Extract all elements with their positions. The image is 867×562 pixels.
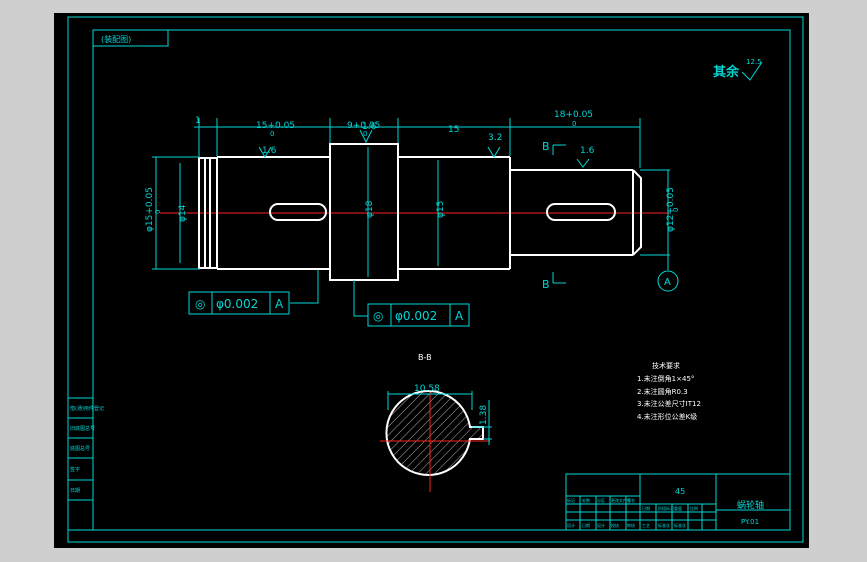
svg-text:重量: 重量	[674, 505, 682, 511]
dia-right-tol-lower: 0	[672, 208, 680, 212]
section-mark-bottom: B	[542, 278, 550, 291]
svg-text:工艺: 工艺	[642, 523, 650, 528]
svg-text:阶段标记: 阶段标记	[658, 505, 674, 511]
svg-text:标准化: 标准化	[658, 522, 670, 528]
dim-18-tol-lower: 0	[572, 120, 576, 128]
svg-text:A: A	[455, 309, 464, 323]
svg-text:标准化: 标准化	[674, 522, 686, 528]
technical-notes: 技术要求 1.未注倒角1×45° 2.未注圆角R0.3 3.未注公差尺寸IT12…	[637, 361, 701, 421]
svg-text:比例: 比例	[690, 505, 698, 511]
roughness-other-value: 12.5	[746, 58, 762, 66]
concentricity-icon: ◎	[373, 309, 383, 323]
note-1: 1.未注倒角1×45°	[637, 374, 694, 383]
svg-text:A: A	[275, 297, 284, 311]
svg-text:审核: 审核	[627, 522, 635, 528]
svg-text:φ0.002: φ0.002	[395, 309, 437, 323]
svg-text:φ0.002: φ0.002	[216, 297, 258, 311]
dim-15-tol: 15+0.05	[256, 121, 295, 131]
app-right-frame	[809, 13, 867, 548]
material-cell: 45	[675, 487, 685, 496]
drawing-svg: (装配图) 其余 12.5 借(通)用件登记 旧底图总号 底图总号 签字 日期	[67, 16, 804, 543]
section-mark-top: B	[542, 140, 550, 153]
roughness-32: 3.2	[488, 133, 502, 143]
app-left-frame	[0, 13, 54, 548]
dim-1: 1	[195, 116, 201, 126]
cad-app-window: (装配图) 其余 12.5 借(通)用件登记 旧底图总号 底图总号 签字 日期	[0, 0, 867, 562]
section-depth-dim: 1.38	[479, 405, 489, 425]
tolerance-frame-2: ◎ φ0.002 A	[367, 303, 470, 327]
side-strip-cell-5: 日期	[70, 488, 80, 494]
part-name-cell: 蜗轮轴	[737, 499, 764, 511]
svg-text:日期: 日期	[642, 505, 650, 511]
dim-15-tol-lower: 0	[270, 130, 274, 138]
svg-text:日期: 日期	[582, 522, 590, 528]
notes-title: 技术要求	[652, 361, 680, 370]
section-view	[380, 390, 492, 492]
dia-14: φ14	[178, 204, 188, 222]
svg-text:设计: 设计	[597, 522, 605, 528]
section-width-dim: 10.58	[414, 384, 440, 394]
concentricity-icon: ◎	[195, 297, 205, 311]
roughness-16-b: 1.6	[580, 146, 595, 156]
note-3: 3.未注公差尺寸IT12	[637, 399, 701, 408]
dim-18-tol: 18+0.05	[554, 110, 593, 120]
svg-text:标记: 标记	[567, 497, 575, 503]
app-bottom-frame	[0, 548, 867, 562]
roughness-16-c: 1.6	[362, 122, 377, 132]
side-strip-cell-2: 旧底图总号	[70, 425, 95, 432]
svg-text:处数: 处数	[582, 497, 590, 503]
side-strip: 借(通)用件登记 旧底图总号 底图总号 签字 日期	[67, 397, 104, 531]
svg-text:签名: 签名	[627, 497, 635, 503]
dia-left-tol: φ15+0.05	[145, 187, 155, 232]
note-4: 4.未注形位公差K级	[637, 412, 697, 421]
drawing-number-cell: PY.01	[741, 518, 759, 526]
drawing-canvas[interactable]: (装配图) 其余 12.5 借(通)用件登记 旧底图总号 底图总号 签字 日期	[54, 13, 809, 548]
dia-15: φ15	[436, 201, 446, 218]
svg-text:设计: 设计	[567, 522, 575, 528]
side-strip-cell-1: 借(通)用件登记	[70, 405, 104, 412]
roughness-other-label: 其余	[713, 64, 740, 80]
tolerance-frame-1: ◎ φ0.002 A	[188, 291, 290, 315]
svg-text:分区: 分区	[597, 497, 605, 503]
section-title: B-B	[418, 353, 432, 362]
dia-18: φ18	[365, 200, 375, 218]
svg-text:校核: 校核	[611, 522, 619, 528]
stamp-text: (装配图)	[101, 34, 131, 44]
datum-label: A	[664, 277, 671, 288]
side-strip-cell-3: 底图总号	[70, 445, 90, 452]
note-2: 2.未注圆角R0.3	[637, 387, 688, 396]
roughness-symbols	[258, 129, 590, 168]
side-strip-cell-4: 签字	[70, 466, 80, 473]
roughness-16-a: 1.6	[262, 146, 277, 156]
dia-left-tol-lower: 0	[154, 210, 162, 214]
dim-15-plain: 15	[448, 125, 459, 135]
shaft-outline	[198, 143, 642, 281]
app-top-frame	[0, 0, 867, 13]
